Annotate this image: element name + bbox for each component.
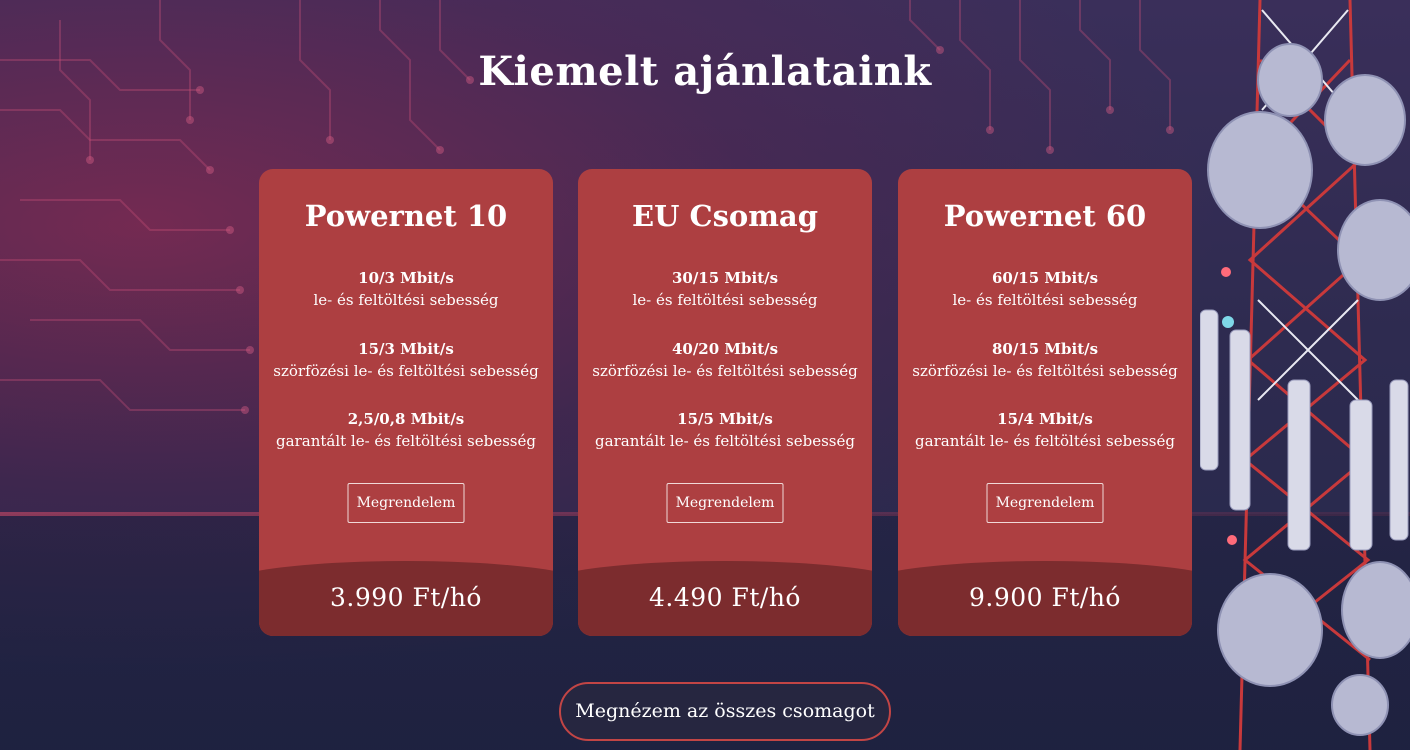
offer-card-powernet-60: Powernet 60 60/15 Mbit/s le- és feltölté… bbox=[898, 169, 1192, 636]
card-title: Powernet 60 bbox=[943, 199, 1147, 233]
spec-label: le- és feltöltési sebesség bbox=[952, 291, 1138, 309]
spec-guaranteed-speed: 15/5 Mbit/s garantált le- és feltöltési … bbox=[578, 408, 872, 452]
spec-label: le- és feltöltési sebesség bbox=[313, 291, 499, 309]
spec-label: le- és feltöltési sebesség bbox=[632, 291, 818, 309]
spec-value: 15/3 Mbit/s bbox=[358, 340, 454, 358]
price: 3.990 Ft/hó bbox=[330, 583, 482, 612]
spec-label: garantált le- és feltöltési sebesség bbox=[276, 432, 536, 450]
price: 9.900 Ft/hó bbox=[969, 583, 1121, 612]
order-button[interactable]: Megrendelem bbox=[347, 483, 465, 523]
spec-surf-speed: 80/15 Mbit/s szörfözési le- és feltöltés… bbox=[898, 338, 1192, 382]
spec-value: 2,5/0,8 Mbit/s bbox=[347, 410, 465, 428]
offer-cards: Powernet 10 10/3 Mbit/s le- és feltöltés… bbox=[259, 169, 1192, 636]
spec-value: 30/15 Mbit/s bbox=[671, 269, 779, 287]
spec-label: garantált le- és feltöltési sebesség bbox=[915, 432, 1175, 450]
spec-label: garantált le- és feltöltési sebesség bbox=[595, 432, 855, 450]
spec-speed: 10/3 Mbit/s le- és feltöltési sebesség bbox=[259, 267, 553, 311]
spec-label: szörfözési le- és feltöltési sebesség bbox=[273, 362, 539, 380]
view-all-packages-button[interactable]: Megnézem az összes csomagot bbox=[559, 682, 891, 741]
spec-guaranteed-speed: 15/4 Mbit/s garantált le- és feltöltési … bbox=[898, 408, 1192, 452]
spec-value: 10/3 Mbit/s bbox=[358, 269, 454, 287]
order-button[interactable]: Megrendelem bbox=[986, 483, 1104, 523]
spec-surf-speed: 15/3 Mbit/s szörfözési le- és feltöltési… bbox=[259, 338, 553, 382]
spec-label: szörfözési le- és feltöltési sebesség bbox=[912, 362, 1178, 380]
spec-speed: 60/15 Mbit/s le- és feltöltési sebesség bbox=[898, 267, 1192, 311]
spec-value: 15/4 Mbit/s bbox=[997, 410, 1093, 428]
spec-surf-speed: 40/20 Mbit/s szörfözési le- és feltöltés… bbox=[578, 338, 872, 382]
spec-speed: 30/15 Mbit/s le- és feltöltési sebesség bbox=[578, 267, 872, 311]
cell-tower-illustration bbox=[1200, 0, 1410, 750]
spec-value: 15/5 Mbit/s bbox=[677, 410, 773, 428]
offer-card-eu-csomag: EU Csomag 30/15 Mbit/s le- és feltöltési… bbox=[578, 169, 872, 636]
card-title: EU Csomag bbox=[632, 199, 818, 233]
spec-value: 40/20 Mbit/s bbox=[671, 340, 779, 358]
spec-guaranteed-speed: 2,5/0,8 Mbit/s garantált le- és feltölté… bbox=[259, 408, 553, 452]
offer-card-powernet-10: Powernet 10 10/3 Mbit/s le- és feltöltés… bbox=[259, 169, 553, 636]
spec-value: 60/15 Mbit/s bbox=[991, 269, 1099, 287]
spec-value: 80/15 Mbit/s bbox=[991, 340, 1099, 358]
section-heading: Kiemelt ajánlataink bbox=[478, 48, 932, 95]
card-title: Powernet 10 bbox=[304, 199, 508, 233]
price: 4.490 Ft/hó bbox=[649, 583, 801, 612]
order-button[interactable]: Megrendelem bbox=[666, 483, 784, 523]
spec-label: szörfözési le- és feltöltési sebesség bbox=[592, 362, 858, 380]
